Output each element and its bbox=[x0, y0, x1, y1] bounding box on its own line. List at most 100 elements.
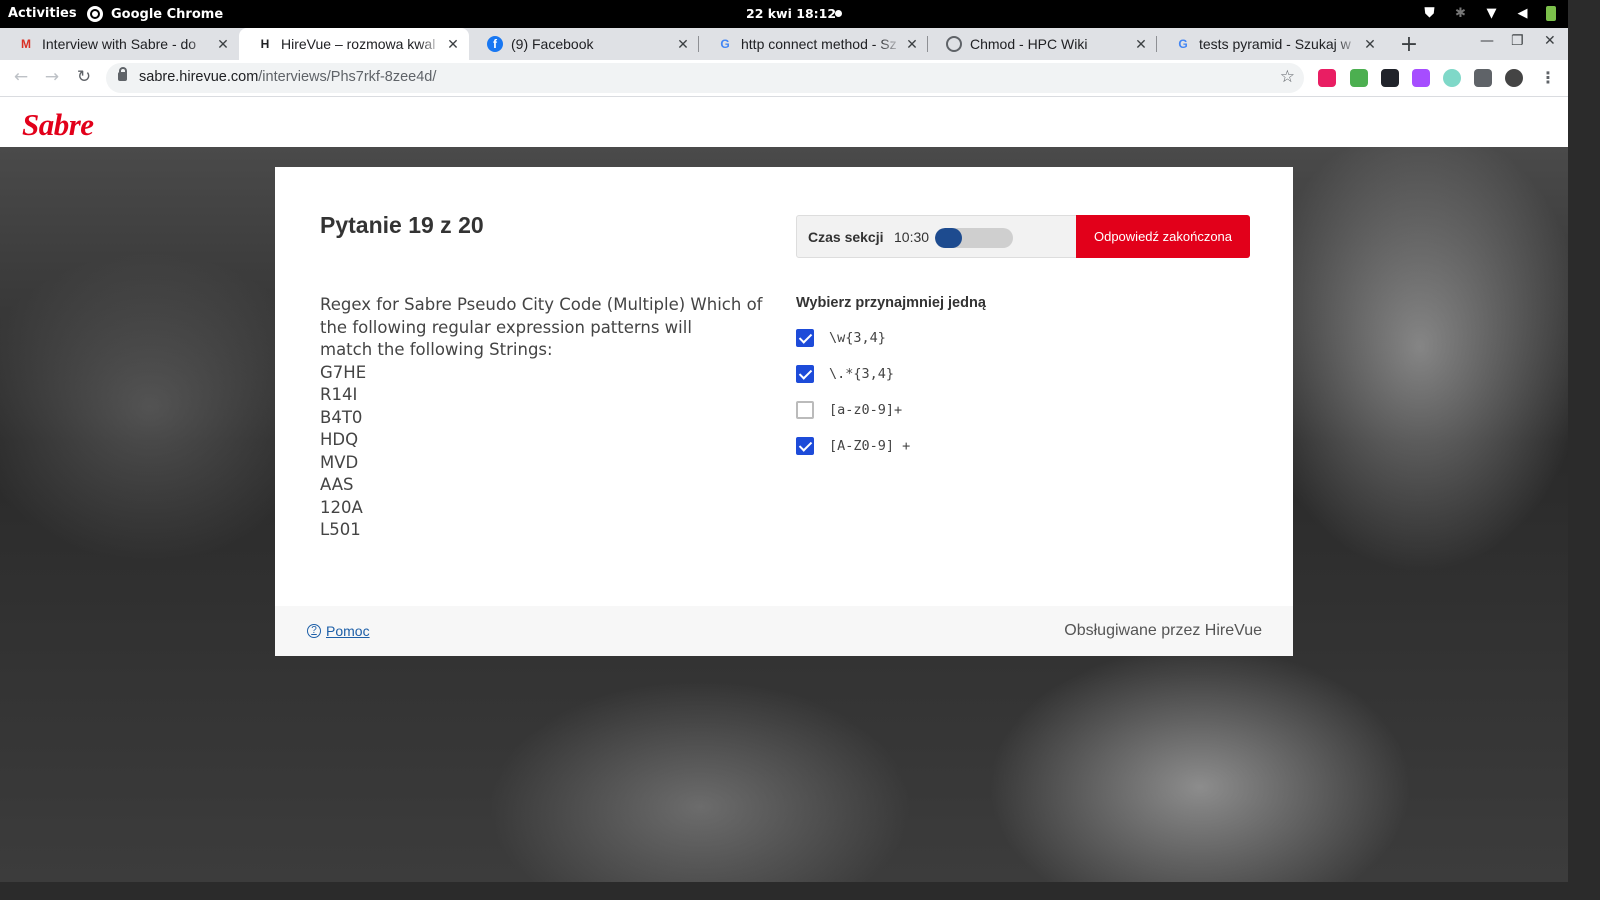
question-counter: Pytanie 19 z 20 bbox=[320, 212, 484, 238]
question-card: Pytanie 19 z 20 Czas sekcji 10:30 Odpowi… bbox=[275, 167, 1293, 656]
option-checkbox[interactable] bbox=[796, 329, 814, 347]
timer-progress-fill bbox=[935, 228, 963, 248]
timer-label: Czas sekcji bbox=[808, 229, 884, 245]
powered-by: Obsługiwane przez HireVue bbox=[1064, 622, 1262, 639]
clock[interactable]: 22 kwi 18:12 bbox=[746, 6, 836, 21]
question-line: G7HE bbox=[320, 362, 367, 382]
menu-kebab-icon[interactable]: ⋮ bbox=[1540, 68, 1556, 87]
tab-title: HireVue – rozmowa kwal bbox=[281, 36, 436, 52]
page-content: Sabre Pytanie 19 z 20 Czas sekcji 10:30 … bbox=[0, 97, 1568, 882]
question-line: match the following Strings: bbox=[320, 340, 553, 359]
globe-icon bbox=[946, 36, 962, 52]
volume-icon[interactable]: ◀ bbox=[1515, 6, 1530, 21]
back-icon[interactable]: ← bbox=[10, 67, 32, 87]
help-link[interactable]: ? Pomoc bbox=[307, 623, 370, 639]
close-icon[interactable]: ✕ bbox=[673, 36, 693, 53]
reload-icon[interactable]: ↻ bbox=[73, 67, 95, 87]
tab-google-http[interactable]: G http connect method - Sz ✕ bbox=[699, 28, 928, 60]
option-checkbox[interactable] bbox=[796, 401, 814, 419]
answer-option[interactable]: [a-z0-9]+ bbox=[796, 401, 910, 437]
tab-google-tests[interactable]: G tests pyramid - Szukaj w ✕ bbox=[1157, 28, 1386, 60]
bookmark-star-icon[interactable]: ☆ bbox=[1280, 67, 1295, 87]
system-tray[interactable]: ⛊ ✱ ▼ ◀ bbox=[1422, 6, 1556, 21]
tab-facebook[interactable]: f (9) Facebook ✕ bbox=[469, 28, 699, 60]
browser-toolbar: ← → ↻ sabre.hirevue.com/interviews/Phs7r… bbox=[0, 60, 1568, 97]
extensions-puzzle-icon[interactable] bbox=[1474, 69, 1492, 87]
question-line: MVD bbox=[320, 452, 359, 472]
answer-option[interactable]: \.*{3,4} bbox=[796, 365, 910, 401]
tab-gmail[interactable]: M Interview with Sabre - do ✕ bbox=[0, 28, 239, 60]
new-tab-icon[interactable]: + bbox=[1398, 32, 1420, 57]
lock-icon[interactable] bbox=[118, 67, 127, 81]
help-label: Pomoc bbox=[326, 623, 370, 639]
activities-button[interactable]: Activities bbox=[8, 6, 77, 21]
system-top-bar: Activities Google Chrome 22 kwi 18:12 ⛊ … bbox=[0, 0, 1568, 28]
wifi-icon[interactable]: ▼ bbox=[1484, 6, 1499, 21]
choice-instruction: Wybierz przynajmniej jedną bbox=[796, 295, 986, 311]
extension-green-icon[interactable] bbox=[1350, 69, 1368, 87]
app-menu[interactable]: Google Chrome bbox=[87, 6, 223, 22]
restore-icon[interactable]: ❐ bbox=[1511, 33, 1524, 49]
chrome-icon bbox=[87, 6, 103, 22]
react-devtools-icon[interactable] bbox=[1381, 69, 1399, 87]
tab-title: Interview with Sabre - do bbox=[42, 36, 197, 52]
url-path: /interviews/Phs7rkf-8zee4d/ bbox=[258, 69, 437, 85]
extension-purple-icon[interactable] bbox=[1412, 69, 1430, 87]
brand-header: Sabre bbox=[0, 97, 1568, 147]
tab-title: http connect method - Sz bbox=[741, 36, 897, 52]
option-label[interactable]: \.*{3,4} bbox=[829, 365, 894, 383]
address-bar[interactable]: sabre.hirevue.com/interviews/Phs7rkf-8ze… bbox=[106, 63, 1304, 93]
extension-teal-icon[interactable] bbox=[1443, 69, 1461, 87]
question-line: AAS bbox=[320, 475, 354, 494]
gmail-icon: M bbox=[21, 37, 31, 51]
option-label[interactable]: \w{3,4} bbox=[829, 329, 886, 347]
timer-progress-track bbox=[935, 228, 1013, 248]
question-text: Regex for Sabre Pseudo City Code (Multip… bbox=[320, 294, 780, 542]
minimize-icon[interactable]: — bbox=[1480, 33, 1494, 49]
hirevue-icon: H bbox=[260, 37, 270, 51]
forward-icon[interactable]: → bbox=[41, 67, 63, 87]
google-icon: G bbox=[1178, 37, 1188, 51]
close-icon[interactable]: ✕ bbox=[1360, 36, 1380, 53]
app-name: Google Chrome bbox=[111, 6, 224, 22]
tab-title: tests pyramid - Szukaj w bbox=[1199, 36, 1351, 52]
notification-dot-icon bbox=[835, 10, 842, 17]
option-checkbox[interactable] bbox=[796, 437, 814, 455]
submit-answer-button[interactable]: Odpowiedź zakończona bbox=[1076, 215, 1250, 258]
question-line: L501 bbox=[320, 520, 361, 539]
question-line: HDQ bbox=[320, 430, 359, 449]
profile-avatar[interactable] bbox=[1505, 69, 1523, 87]
option-label[interactable]: [A-Z0-9] + bbox=[829, 437, 910, 455]
card-footer: ? Pomoc Obsługiwane przez HireVue bbox=[275, 606, 1293, 656]
question-line: 120A bbox=[320, 497, 363, 517]
close-icon[interactable]: ✕ bbox=[1131, 36, 1151, 53]
battery-icon[interactable] bbox=[1546, 6, 1556, 21]
url-text[interactable]: sabre.hirevue.com/interviews/Phs7rkf-8ze… bbox=[139, 69, 436, 85]
option-label[interactable]: [a-z0-9]+ bbox=[829, 401, 902, 419]
answer-option[interactable]: \w{3,4} bbox=[796, 329, 910, 365]
facebook-icon: f bbox=[487, 36, 503, 52]
tab-chmod[interactable]: Chmod - HPC Wiki ✕ bbox=[928, 28, 1157, 60]
help-circle-icon: ? bbox=[307, 624, 321, 638]
question-line: R14I bbox=[320, 385, 358, 404]
close-icon[interactable]: ✕ bbox=[213, 36, 233, 53]
question-line: B4T0 bbox=[320, 407, 363, 427]
window-close-icon[interactable]: ✕ bbox=[1544, 33, 1556, 49]
option-checkbox[interactable] bbox=[796, 365, 814, 383]
bluetooth-off-icon[interactable]: ✱ bbox=[1453, 6, 1468, 21]
url-host: sabre.hirevue.com bbox=[139, 69, 259, 85]
extension-pink-icon[interactable] bbox=[1318, 69, 1336, 87]
timer-value: 10:30 bbox=[894, 229, 930, 245]
close-icon[interactable]: ✕ bbox=[902, 36, 922, 53]
tab-title: (9) Facebook bbox=[511, 36, 594, 52]
shield-icon[interactable]: ⛊ bbox=[1422, 6, 1437, 21]
google-icon: G bbox=[720, 37, 730, 51]
close-icon[interactable]: ✕ bbox=[443, 36, 463, 53]
answer-options: \w{3,4} \.*{3,4} [a-z0-9]+ [A-Z0-9] + bbox=[796, 329, 910, 473]
question-line: Regex for Sabre Pseudo City Code (Multip… bbox=[320, 295, 763, 314]
answer-option[interactable]: [A-Z0-9] + bbox=[796, 437, 910, 473]
tab-title: Chmod - HPC Wiki bbox=[970, 36, 1088, 52]
tab-strip: M Interview with Sabre - do ✕ H HireVue … bbox=[0, 28, 1568, 60]
question-line: the following regular expression pattern… bbox=[320, 317, 692, 337]
tab-hirevue[interactable]: H HireVue – rozmowa kwal ✕ bbox=[239, 28, 469, 60]
